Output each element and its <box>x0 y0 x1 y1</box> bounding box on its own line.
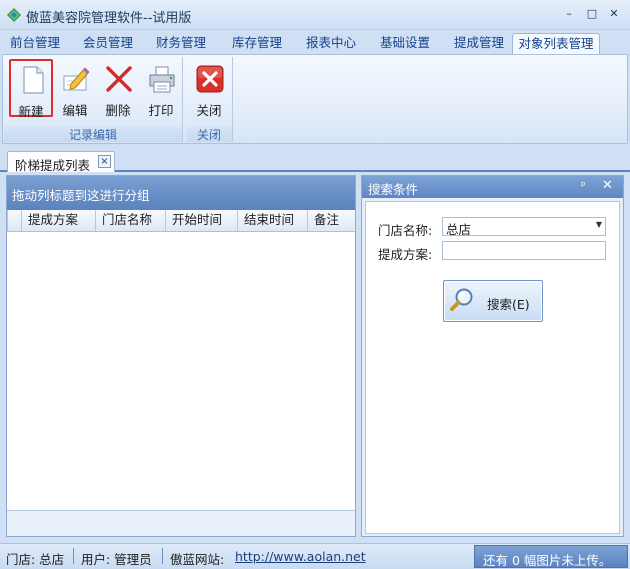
print-button-label: 打印 <box>148 103 174 118</box>
tab-object-list[interactable]: 对象列表管理 <box>512 33 600 55</box>
tab-commission[interactable]: 提成管理 <box>448 33 510 55</box>
status-store: 门店: 总店 <box>6 552 65 567</box>
maximize-button[interactable]: □ <box>584 6 600 22</box>
edit-button-label: 编辑 <box>62 103 88 118</box>
status-site-label: 傲蓝网站: <box>170 552 225 567</box>
upload-status: 还有 0 幅图片未上传。 <box>474 545 628 568</box>
search-panel-title: 搜索条件 <box>368 182 419 197</box>
edit-button[interactable]: 编辑 <box>53 59 97 118</box>
close-list-button[interactable]: 关闭 <box>187 59 231 118</box>
tab-reports[interactable]: 报表中心 <box>300 33 362 55</box>
column-header-end-time[interactable]: 结束时间 <box>237 210 307 231</box>
chevron-down-icon[interactable]: ▼ <box>596 220 602 229</box>
column-header-remark[interactable]: 备注 <box>307 210 357 231</box>
pin-icon[interactable]: ᵖ <box>581 179 586 192</box>
close-window-button[interactable]: ✕ <box>606 6 622 22</box>
tab-inventory[interactable]: 库存管理 <box>226 33 288 55</box>
doc-tab-label: 阶梯提成列表 <box>15 158 91 173</box>
printer-icon <box>149 66 175 93</box>
search-panel-body: 门店名称: 总店 ▼ 提成方案: 搜索(E) <box>365 201 620 534</box>
minimize-button[interactable]: – <box>561 6 577 22</box>
close-list-button-label: 关闭 <box>196 103 222 118</box>
website-link[interactable]: http://www.aolan.net <box>235 549 366 564</box>
group-by-panel[interactable]: 拖动列标题到这进行分组 <box>7 176 355 210</box>
row-indicator-header <box>7 210 21 231</box>
status-divider <box>162 548 163 564</box>
search-panel: 搜索条件 ᵖ ✕ 门店名称: 总店 ▼ 提成方案: 搜索(E) <box>361 175 624 537</box>
grid-footer <box>7 510 355 536</box>
app-logo-icon <box>7 8 21 22</box>
status-user: 用户: 管理员 <box>81 552 152 567</box>
doc-tab-tiered-commission-list[interactable]: 阶梯提成列表 × <box>7 151 115 173</box>
document-tab-bar: 阶梯提成列表 × <box>0 146 630 173</box>
new-button-label: 新建 <box>18 104 44 119</box>
ribbon-tabs: 前台管理 会员管理 财务管理 库存管理 报表中心 基础设置 提成管理 对象列表管… <box>0 31 630 55</box>
column-header-store[interactable]: 门店名称 <box>95 210 165 231</box>
magnifier-icon <box>450 288 473 311</box>
window-title: 傲蓝美容院管理软件--试用版 <box>26 11 192 26</box>
store-select-value: 总店 <box>446 222 472 237</box>
tab-front-desk[interactable]: 前台管理 <box>4 33 66 55</box>
plan-input[interactable] <box>442 241 606 260</box>
edit-pencil-icon <box>63 67 90 91</box>
store-select[interactable]: 总店 ▼ <box>442 217 606 237</box>
new-button[interactable]: 新建 <box>9 59 53 119</box>
search-panel-header: 搜索条件 ᵖ ✕ <box>362 176 623 198</box>
status-divider <box>73 548 74 564</box>
status-bar: 门店: 总店 用户: 管理员 傲蓝网站: http://www.aolan.ne… <box>0 543 630 569</box>
ribbon-panel: 新建 编辑 删除 打印 记录编辑 关闭 关闭 <box>2 54 628 144</box>
column-header-start-time[interactable]: 开始时间 <box>165 210 237 231</box>
grid-column-header: 提成方案 门店名称 开始时间 结束时间 备注 <box>7 210 355 232</box>
title-bar: 傲蓝美容院管理软件--试用版 – □ ✕ <box>0 0 630 30</box>
commission-grid: 拖动列标题到这进行分组 提成方案 门店名称 开始时间 结束时间 备注 <box>6 175 356 537</box>
record-edit-group-label: 记录编辑 <box>4 126 182 142</box>
new-document-icon <box>23 66 44 94</box>
tab-base-settings[interactable]: 基础设置 <box>374 33 436 55</box>
delete-button[interactable]: 删除 <box>96 59 140 118</box>
record-edit-group: 新建 编辑 删除 打印 记录编辑 <box>4 57 183 142</box>
tab-members[interactable]: 会员管理 <box>77 33 139 55</box>
close-red-icon <box>196 65 224 93</box>
tab-finance[interactable]: 财务管理 <box>150 33 212 55</box>
close-group-label: 关闭 <box>186 126 232 142</box>
search-button[interactable]: 搜索(E) <box>443 280 543 322</box>
search-panel-close-icon[interactable]: ✕ <box>602 178 613 193</box>
delete-x-icon <box>106 66 132 92</box>
search-button-label: 搜索(E) <box>487 297 530 312</box>
print-button[interactable]: 打印 <box>139 59 183 118</box>
doc-tab-close-icon[interactable]: × <box>98 155 111 168</box>
delete-button-label: 删除 <box>105 103 131 118</box>
close-group: 关闭 关闭 <box>186 57 233 142</box>
column-header-plan[interactable]: 提成方案 <box>21 210 95 231</box>
plan-field-label: 提成方案: <box>378 247 433 262</box>
store-field-label: 门店名称: <box>378 223 433 238</box>
